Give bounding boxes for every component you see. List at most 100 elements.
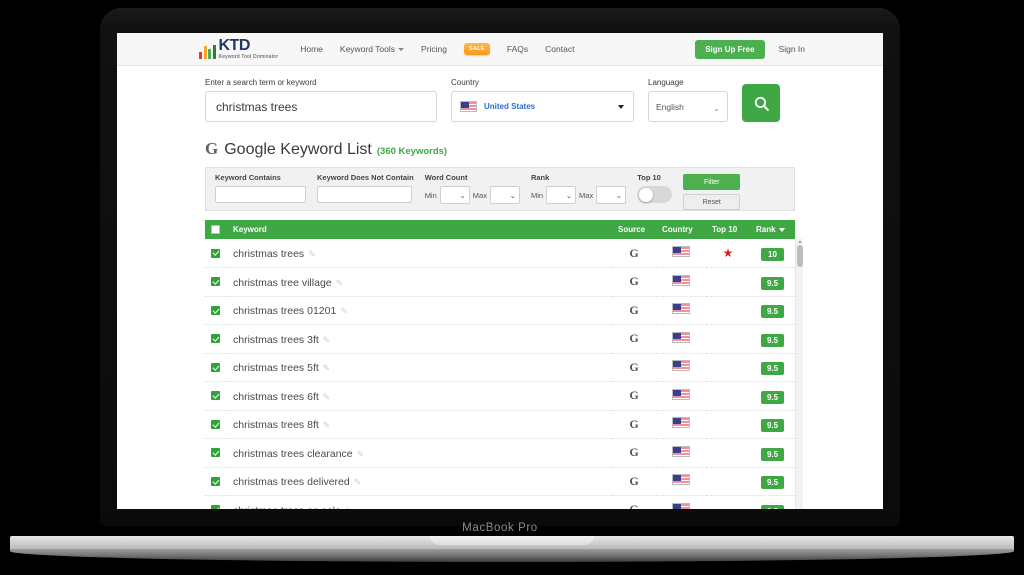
us-flag-icon [460, 101, 477, 112]
keyword-not-contains-input[interactable] [317, 186, 412, 203]
edit-pencil-icon[interactable]: ✎ [336, 278, 344, 288]
row-checkbox[interactable] [211, 248, 220, 258]
rank-badge: 9.5 [761, 504, 784, 509]
edit-pencil-icon[interactable]: ✎ [345, 506, 353, 509]
signup-free-button[interactable]: Sign Up Free [695, 39, 765, 59]
row-checkbox[interactable] [211, 362, 220, 372]
source-cell: G [629, 473, 639, 488]
top10-cell [706, 296, 750, 325]
signin-link[interactable]: Sign In [779, 44, 805, 54]
top10-cell [706, 353, 750, 382]
source-cell: G [629, 359, 639, 374]
column-header-country[interactable]: Country [656, 220, 706, 239]
scrollbar-thumb[interactable] [797, 245, 803, 267]
row-checkbox[interactable] [211, 277, 220, 287]
rank-badge: 9.5 [761, 333, 784, 347]
row-select-cell [205, 296, 227, 325]
us-flag-icon [672, 331, 690, 343]
edit-pencil-icon[interactable]: ✎ [354, 477, 362, 487]
brand-logo[interactable]: KTD Keyword Tool Dominator [199, 37, 278, 60]
reset-button[interactable]: Reset [683, 194, 741, 210]
column-header-keyword[interactable]: Keyword [227, 220, 612, 239]
filter-button[interactable]: Filter [683, 174, 741, 190]
us-flag-icon [672, 303, 690, 315]
row-checkbox[interactable] [211, 505, 220, 509]
top10-cell [706, 382, 750, 411]
keyword-cell: christmas tree village ✎ [227, 268, 612, 297]
language-select[interactable] [648, 91, 728, 122]
edit-pencil-icon[interactable]: ✎ [323, 420, 331, 430]
keyword-table-container: Keyword Source Country Top 10 Rank chris… [205, 220, 803, 509]
table-row[interactable]: christmas trees 6ft ✎ G 9.5 [205, 382, 795, 411]
chevron-down-icon [398, 48, 405, 52]
edit-pencil-icon[interactable]: ✎ [308, 249, 316, 259]
nav-item-home[interactable]: Home [300, 44, 323, 54]
row-checkbox[interactable] [211, 476, 220, 486]
table-row[interactable]: christmas trees 3ft ✎ G 9.5 [205, 325, 795, 354]
nav-item-faqs[interactable]: FAQs [507, 44, 528, 54]
row-checkbox[interactable] [211, 419, 220, 429]
top10-toggle[interactable] [637, 186, 673, 203]
table-row[interactable]: christmas trees 8ft ✎ G 9.5 [205, 410, 795, 439]
rank-filter-label: Rank [530, 173, 550, 182]
word-count-min-label: Min [424, 190, 437, 200]
word-count-group: Word Count Min ⌄ Max ⌄ [425, 173, 520, 204]
keyword-text: christmas trees 3ft [233, 333, 319, 346]
language-select-label-text: Language [648, 78, 684, 87]
column-header-top10[interactable]: Top 10 [706, 220, 750, 239]
top10-cell [706, 496, 750, 510]
table-header: Keyword Source Country Top 10 Rank [205, 220, 795, 239]
top10-cell [706, 268, 750, 297]
keyword-text: christmas trees 6ft [233, 390, 319, 403]
country-cell [656, 439, 706, 468]
search-input[interactable] [205, 91, 437, 122]
table-row[interactable]: christmas tree village ✎ G 9.5 [205, 268, 795, 297]
country-cell [656, 353, 706, 382]
nav-item-pricing[interactable]: Pricing [421, 44, 447, 54]
column-header-rank[interactable]: Rank [750, 220, 795, 239]
keyword-contains-group: Keyword Contains [215, 173, 306, 203]
keyword-text: christmas trees delivered [233, 476, 350, 489]
keyword-text: christmas tree village [233, 276, 332, 289]
keyword-contains-input[interactable] [215, 186, 306, 203]
country-select[interactable]: United States [451, 91, 634, 122]
edit-pencil-icon[interactable]: ✎ [323, 335, 331, 345]
table-row[interactable]: christmas trees clearance ✎ G 9.5 [205, 439, 795, 468]
rank-max-select[interactable] [596, 186, 627, 204]
country-cell [656, 239, 706, 268]
edit-pencil-icon[interactable]: ✎ [323, 392, 331, 402]
table-row[interactable]: christmas trees on sale ✎ G 9.5 [205, 496, 795, 510]
table-row[interactable]: christmas trees 01201 ✎ G 9.5 [205, 296, 795, 325]
rank-min-select[interactable] [546, 186, 577, 204]
table-row[interactable]: christmas trees delivered ✎ G 9.5 [205, 467, 795, 496]
nav-item-contact[interactable]: Contact [545, 44, 574, 54]
column-header-source[interactable]: Source [612, 220, 656, 239]
row-checkbox[interactable] [211, 448, 220, 458]
laptop-base-front [10, 549, 1014, 562]
word-count-min-select[interactable] [439, 186, 470, 204]
rank-badge: 9.5 [761, 419, 784, 433]
nav-account-actions: Sign Up Free Sign In [695, 39, 805, 59]
table-row[interactable]: christmas trees ✎ G ★ 10 [205, 239, 795, 268]
table-row[interactable]: christmas trees 5ft ✎ G 9.5 [205, 353, 795, 382]
select-all-checkbox[interactable] [211, 225, 220, 234]
table-body: christmas trees ✎ G ★ 10 christmas tree villa… [205, 239, 795, 509]
sort-desc-icon [778, 227, 785, 232]
rank-cell: 9.5 [750, 296, 795, 325]
search-button[interactable] [742, 84, 780, 122]
edit-pencil-icon[interactable]: ✎ [323, 363, 331, 373]
nav-item-keyword-tools[interactable]: Keyword Tools [340, 44, 405, 54]
row-checkbox[interactable] [211, 305, 220, 315]
row-checkbox[interactable] [211, 334, 220, 344]
keyword-text: christmas trees [233, 248, 305, 260]
edit-pencil-icon[interactable]: ✎ [357, 449, 365, 459]
row-checkbox[interactable] [211, 391, 220, 401]
source-cell: G [612, 496, 656, 509]
source-cell: G [629, 331, 639, 346]
word-count-max-select[interactable] [489, 186, 520, 204]
sale-badge[interactable]: SALE [464, 43, 490, 55]
keyword-cell: christmas trees 8ft ✎ [227, 410, 612, 439]
edit-pencil-icon[interactable]: ✎ [340, 306, 348, 316]
table-scrollbar[interactable]: ▲ [795, 239, 803, 509]
top10-cell [706, 325, 750, 354]
